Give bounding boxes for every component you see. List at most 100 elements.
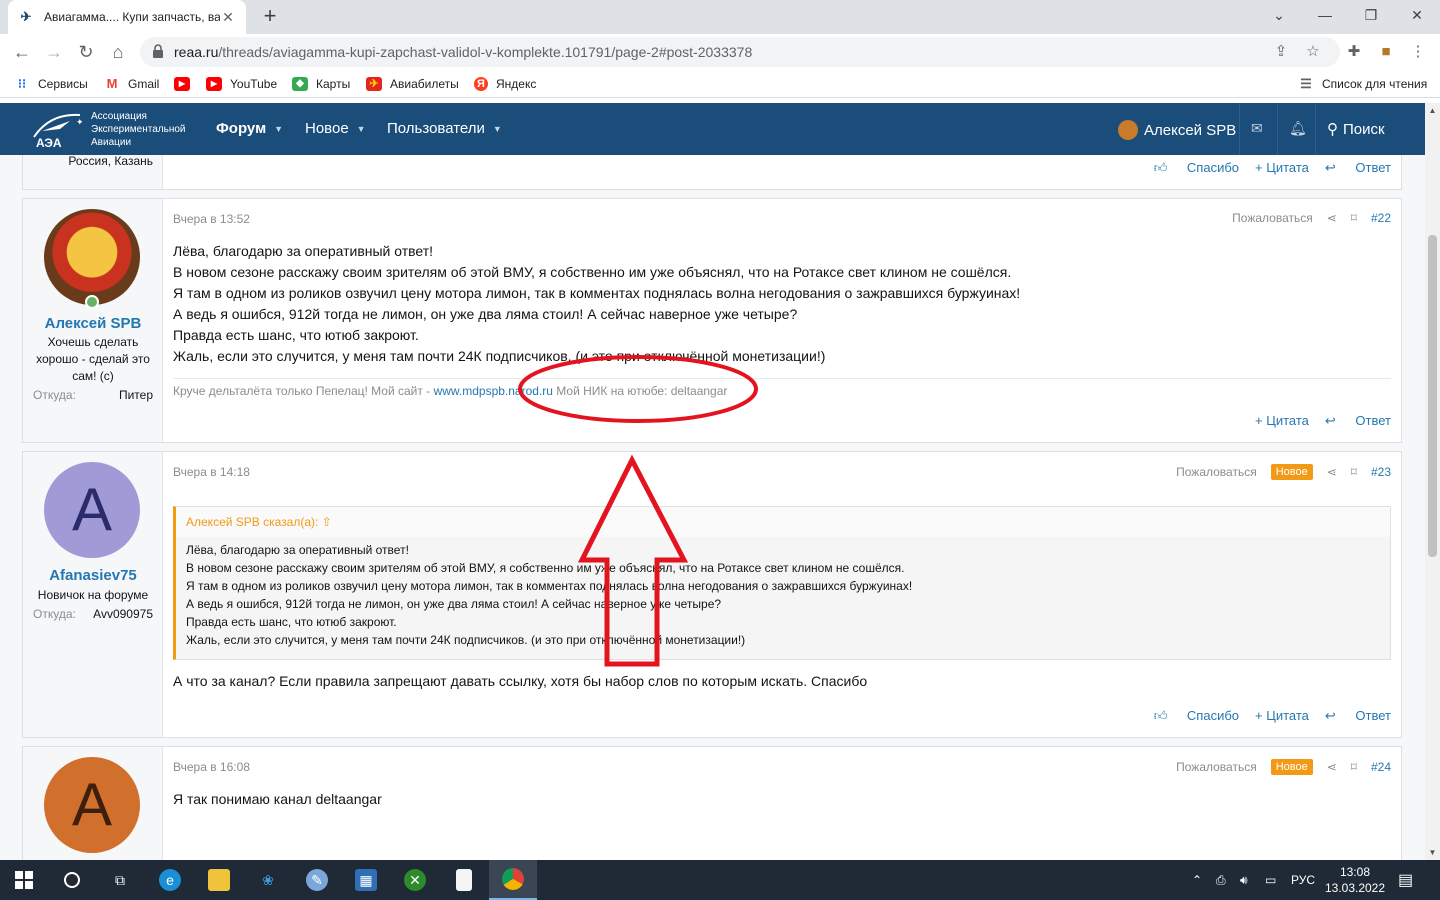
caret-down-icon[interactable]: ▼ [357, 124, 366, 134]
search-taskbar-button[interactable] [48, 860, 96, 900]
header-divider [1315, 103, 1316, 155]
minimize-button[interactable]: — [1302, 0, 1348, 30]
reading-list-label: Список для чтения [1322, 77, 1428, 91]
extension-folder-icon[interactable]: ■ [1376, 42, 1396, 62]
site-favicon-icon: ✈ [20, 9, 32, 24]
quote-header[interactable]: Алексей SPB сказал(а): ⇧ [176, 507, 1390, 537]
post-number[interactable]: #22 [1371, 211, 1391, 225]
caret-down-icon[interactable]: ▼ [493, 124, 502, 134]
bookmark-star-icon[interactable]: ☆ [1304, 43, 1322, 61]
bookmark-icon[interactable]: ⌑ [1351, 465, 1357, 479]
network-icon[interactable]: ▭ [1265, 860, 1276, 900]
share-icon[interactable]: ⋖ [1327, 211, 1337, 225]
tab-search-icon[interactable]: ⌄ [1256, 0, 1302, 30]
action-label: Ответ [1355, 708, 1391, 723]
restore-button[interactable]: ❐ [1348, 0, 1394, 30]
account-menu[interactable]: Алексей SPB [1118, 120, 1236, 140]
reply-button[interactable]: ↩ Ответ [1325, 708, 1391, 724]
reply-button[interactable]: ↩ Ответ [1325, 413, 1391, 429]
report-link[interactable]: Пожаловаться [1176, 465, 1257, 479]
avatar[interactable] [44, 209, 140, 305]
bookmark-yandex[interactable]: Я Яндекс [474, 75, 536, 93]
quote-button[interactable]: + Цитата [1255, 160, 1309, 176]
scrollbar-thumb[interactable] [1428, 235, 1437, 557]
bookmark-maps[interactable]: ◆ Карты [292, 75, 350, 93]
browser-tab-active[interactable]: ✈ Авиагамма.... Купи запчасть, ва ✕ [8, 0, 246, 34]
post-number[interactable]: #24 [1371, 760, 1391, 774]
post-author[interactable]: Алексей SPB [23, 315, 163, 332]
post-date[interactable]: Вчера в 14:18 [173, 465, 250, 479]
meet-now-icon[interactable]: ⎙ [1216, 860, 1226, 900]
quote-line: Лёва, благодарю за оперативный ответ! [186, 543, 409, 557]
chrome-app[interactable] [489, 860, 537, 900]
caret-down-icon[interactable]: ▼ [274, 124, 283, 134]
bookmark-services[interactable]: ⁝⁝ Сервисы [14, 75, 88, 93]
close-window-button[interactable]: ✕ [1394, 0, 1440, 30]
address-bar[interactable]: reaa.ru/threads/aviagamma-kupi-zapchast-… [140, 37, 1340, 67]
avatar[interactable]: A [44, 462, 140, 558]
tray-expand-icon[interactable]: ⌃ [1192, 860, 1202, 900]
post-number[interactable]: #23 [1371, 465, 1391, 479]
home-button[interactable]: ⌂ [106, 40, 130, 64]
menu-kebab-icon[interactable]: ⋮ [1408, 42, 1428, 62]
xbox-app[interactable]: ✕ [391, 860, 439, 900]
user-title: Хочешь сделать хорошо - сделай это сам! … [36, 335, 150, 383]
scroll-up-icon[interactable]: ▲ [1425, 103, 1440, 118]
header-divider [1239, 103, 1240, 155]
bookmark-gmail[interactable]: M Gmail [104, 75, 160, 93]
share-icon[interactable]: ⋖ [1327, 760, 1337, 774]
nav-new[interactable]: Новое ▼ [305, 120, 366, 137]
reload-button[interactable]: ↻ [74, 40, 98, 64]
post-date[interactable]: Вчера в 13:52 [173, 212, 250, 226]
explorer-app[interactable] [195, 860, 243, 900]
task-view-button[interactable]: ⧉ [96, 860, 144, 900]
bookmark-flights[interactable]: ✈ Авиабилеты [366, 75, 459, 93]
quote-button[interactable]: + Цитата [1255, 413, 1309, 429]
extensions-icon[interactable]: ✚ [1344, 42, 1364, 62]
share-icon[interactable]: ⇪ [1272, 43, 1290, 61]
search-button[interactable]: ⚲ Поиск [1327, 120, 1385, 139]
reading-list-button[interactable]: ☰ Список для чтения [1298, 75, 1427, 93]
nav-users[interactable]: Пользователи ▼ [387, 120, 502, 137]
bookmark-icon[interactable]: ⌑ [1351, 211, 1357, 225]
edge-app[interactable]: e [146, 860, 194, 900]
signature-link[interactable]: www.mdpspb.narod.ru [434, 384, 553, 398]
close-tab-icon[interactable]: ✕ [220, 9, 236, 25]
report-link[interactable]: Пожаловаться [1176, 760, 1257, 774]
clock[interactable]: 13:08 13.03.2022 [1325, 860, 1385, 900]
like-button[interactable]: 👍︎ Спасибо [1154, 708, 1239, 724]
avatar[interactable]: A [44, 757, 140, 853]
calculator-app[interactable]: ▦ [342, 860, 390, 900]
inbox-button[interactable]: ✉ [1251, 120, 1263, 137]
forward-button[interactable]: → [42, 40, 66, 64]
bookmark-icon[interactable]: ⌑ [1351, 760, 1357, 774]
bookmark-youtube[interactable]: ▶ YouTube [206, 75, 277, 93]
language-indicator[interactable]: РУС [1291, 860, 1315, 900]
arrow-up-circle-icon[interactable]: ⇧ [322, 515, 332, 529]
back-button[interactable]: ← [10, 40, 34, 64]
like-button[interactable]: 👍︎ Спасибо [1154, 160, 1239, 176]
nav-forum[interactable]: Форум ▼ [216, 120, 283, 137]
page-scrollbar[interactable]: ▲ ▼ [1425, 103, 1440, 860]
post-24: A Вчера в 16:08 Пожаловаться Новое ⋖ ⌑ #… [22, 746, 1402, 860]
reply-button[interactable]: ↩ Ответ [1325, 160, 1391, 176]
notepad-app[interactable] [440, 860, 488, 900]
user-location: Откуда: Avv090975 [33, 607, 153, 621]
notifications-icon[interactable]: ▤ [1398, 860, 1413, 900]
new-tab-button[interactable]: + [258, 5, 282, 29]
quote-button[interactable]: + Цитата [1255, 708, 1309, 724]
paw-app[interactable]: ❀ [244, 860, 292, 900]
volume-icon[interactable]: 🔊︎ [1240, 860, 1248, 900]
scroll-down-icon[interactable]: ▼ [1425, 845, 1440, 860]
report-link[interactable]: Пожаловаться [1232, 211, 1313, 225]
paint-app[interactable]: ✎ [293, 860, 341, 900]
from-label: Откуда: [33, 607, 76, 621]
bookmark-youtube-icon-only[interactable]: ▶ [174, 75, 198, 93]
post-author[interactable]: Afanasiev75 [23, 567, 163, 584]
start-button[interactable] [0, 860, 48, 900]
post-22: Алексей SPB Хочешь сделать хорошо - сдел… [22, 198, 1402, 443]
post-date[interactable]: Вчера в 16:08 [173, 760, 250, 774]
alerts-button[interactable]: 🔔︎ [1289, 120, 1307, 137]
share-icon[interactable]: ⋖ [1327, 465, 1337, 479]
logo-icon[interactable]: АЭА ✦ [30, 109, 90, 149]
